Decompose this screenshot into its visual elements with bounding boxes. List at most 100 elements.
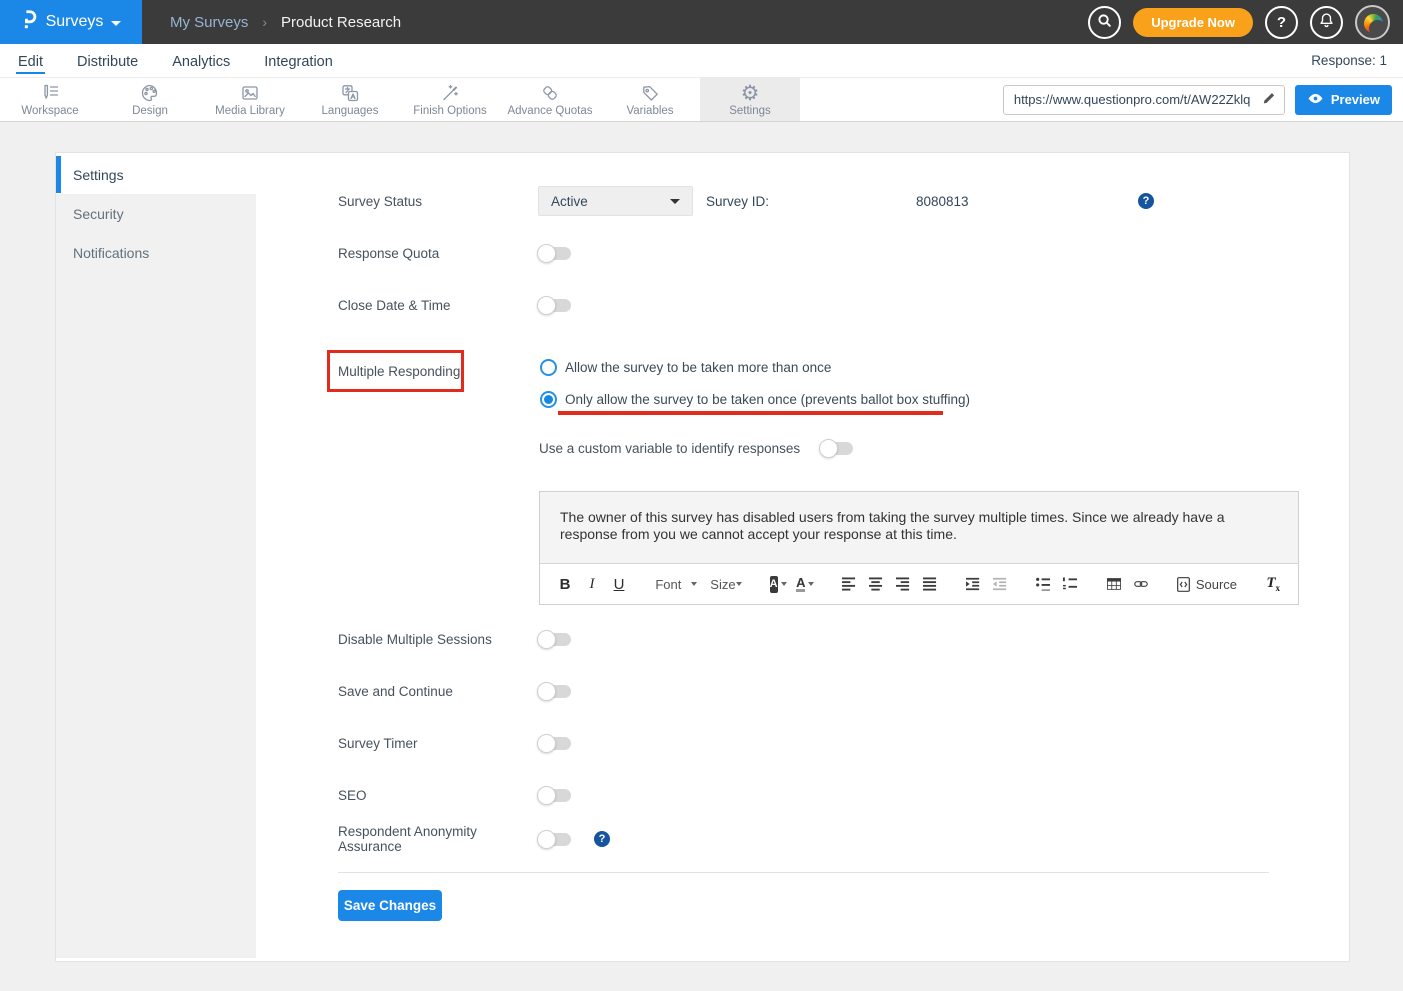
respondent-anonymity-row: Respondent Anonymity Assurance ? xyxy=(338,828,610,850)
edit-toolbar: Workspace Design Media Library Languages… xyxy=(0,78,1403,122)
disable-multiple-sessions-toggle[interactable] xyxy=(538,633,571,646)
save-and-continue-toggle[interactable] xyxy=(538,685,571,698)
seo-label: SEO xyxy=(338,788,538,803)
seo-row: SEO xyxy=(338,784,571,806)
indent-button[interactable] xyxy=(966,577,980,591)
insert-table-button[interactable] xyxy=(1107,577,1121,591)
magic-wand-icon xyxy=(439,82,461,104)
disable-multiple-sessions-row: Disable Multiple Sessions xyxy=(338,628,571,650)
respondent-anonymity-label: Respondent Anonymity Assurance xyxy=(338,824,538,854)
message-editor: The owner of this survey has disabled us… xyxy=(539,491,1299,605)
respondent-anonymity-toggle[interactable] xyxy=(538,833,571,846)
custom-variable-toggle[interactable] xyxy=(820,442,853,455)
editor-toolbar: B I U Font Size A A xyxy=(540,563,1298,604)
sidebar-item-settings[interactable]: Settings xyxy=(56,156,256,193)
save-changes-button[interactable]: Save Changes xyxy=(338,890,442,921)
response-quota-toggle[interactable] xyxy=(538,247,571,260)
toolbar-item-finish-options[interactable]: Finish Options xyxy=(400,78,500,121)
settings-sidebar: Settings Security Notifications xyxy=(56,153,256,961)
sidebar-item-security[interactable]: Security xyxy=(56,194,256,233)
font-select[interactable]: Font xyxy=(655,577,697,592)
underline-button[interactable]: U xyxy=(612,576,626,593)
brand-menu[interactable]: Surveys xyxy=(0,0,142,44)
multiple-responding-highlight-box: Multiple Responding xyxy=(327,350,464,392)
background-color-button[interactable]: A xyxy=(771,576,785,593)
insert-link-button[interactable] xyxy=(1134,578,1148,590)
toolbar-item-advance-quotas[interactable]: Advance Quotas xyxy=(500,78,600,121)
page-background: Settings Security Notifications Survey S… xyxy=(0,122,1403,991)
close-date-row: Close Date & Time xyxy=(338,294,571,316)
source-button[interactable]: Source xyxy=(1177,577,1237,592)
tab-distribute[interactable]: Distribute xyxy=(75,48,140,74)
notifications-button[interactable] xyxy=(1310,6,1343,39)
toolbar-item-workspace[interactable]: Workspace xyxy=(0,78,100,121)
outdent-button[interactable] xyxy=(993,577,1007,591)
user-avatar[interactable] xyxy=(1355,5,1390,40)
sidebar-background: Security Notifications xyxy=(56,194,256,958)
red-underline-annotation xyxy=(558,411,943,415)
tab-integration[interactable]: Integration xyxy=(262,48,335,74)
edit-url-button[interactable] xyxy=(1254,86,1284,114)
tab-edit[interactable]: Edit xyxy=(16,48,45,74)
translate-icon xyxy=(339,82,361,104)
numbered-list-button[interactable] xyxy=(1063,577,1077,591)
survey-timer-label: Survey Timer xyxy=(338,736,538,751)
survey-status-row: Survey Status Active Survey ID: 8080813 … xyxy=(338,186,1154,216)
image-icon xyxy=(239,82,261,104)
response-quota-label: Response Quota xyxy=(338,246,538,261)
radio-selected-icon[interactable] xyxy=(540,391,557,408)
sidebar-item-notifications[interactable]: Notifications xyxy=(56,233,256,272)
toolbar-item-variables[interactable]: Variables xyxy=(600,78,700,121)
radio-option-multiple[interactable]: Allow the survey to be taken more than o… xyxy=(540,359,831,376)
align-right-button[interactable] xyxy=(896,577,910,591)
justify-button[interactable] xyxy=(923,577,937,591)
custom-variable-row: Use a custom variable to identify respon… xyxy=(539,441,853,456)
toolbar-item-media-library[interactable]: Media Library xyxy=(200,78,300,121)
upgrade-now-button[interactable]: Upgrade Now xyxy=(1133,8,1253,37)
survey-status-select[interactable]: Active xyxy=(538,186,693,216)
save-and-continue-label: Save and Continue xyxy=(338,684,538,699)
editor-message-area[interactable]: The owner of this survey has disabled us… xyxy=(540,492,1298,563)
search-button[interactable] xyxy=(1088,6,1121,39)
bg-color-icon: A xyxy=(770,576,778,593)
question-mark-icon: ? xyxy=(1277,14,1286,31)
search-icon xyxy=(1095,11,1114,34)
survey-timer-toggle[interactable] xyxy=(538,737,571,750)
preview-button[interactable]: Preview xyxy=(1295,85,1392,115)
align-left-button[interactable] xyxy=(842,577,856,591)
respondent-anonymity-help-icon[interactable]: ? xyxy=(594,831,610,847)
survey-url-input[interactable] xyxy=(1004,92,1254,107)
survey-id-help-icon[interactable]: ? xyxy=(1138,193,1154,209)
ribbon-right: Preview xyxy=(1003,78,1403,121)
breadcrumb-separator: › xyxy=(262,14,267,30)
text-color-button[interactable]: A xyxy=(798,576,812,592)
gear-icon: ⚙ xyxy=(741,82,760,104)
chevron-down-icon xyxy=(670,199,680,204)
response-quota-row: Response Quota xyxy=(338,242,571,264)
remove-format-button[interactable]: Tx xyxy=(1266,575,1280,593)
brand-label: Surveys xyxy=(46,13,104,31)
chain-link-icon xyxy=(539,82,561,104)
toolbar-item-languages[interactable]: Languages xyxy=(300,78,400,121)
toolbar-item-design[interactable]: Design xyxy=(100,78,200,121)
breadcrumb: My Surveys › Product Research xyxy=(170,14,401,31)
topbar-actions: Upgrade Now ? xyxy=(1088,5,1403,40)
size-select[interactable]: Size xyxy=(710,577,741,592)
radio-unselected-icon[interactable] xyxy=(540,359,557,376)
bold-button[interactable]: B xyxy=(558,576,572,593)
toolbar-item-settings[interactable]: ⚙ Settings xyxy=(700,78,800,121)
source-doc-icon xyxy=(1177,577,1190,592)
bullet-list-button[interactable] xyxy=(1036,577,1050,591)
response-count: Response: 1 xyxy=(1311,53,1387,68)
close-date-toggle[interactable] xyxy=(538,299,571,312)
save-and-continue-row: Save and Continue xyxy=(338,680,571,702)
disable-multiple-sessions-label: Disable Multiple Sessions xyxy=(338,632,538,647)
align-center-button[interactable] xyxy=(869,577,883,591)
italic-button[interactable]: I xyxy=(585,576,599,593)
survey-url-field xyxy=(1003,85,1285,115)
breadcrumb-my-surveys[interactable]: My Surveys xyxy=(170,14,248,31)
radio-option-once[interactable]: Only allow the survey to be taken once (… xyxy=(540,391,970,408)
seo-toggle[interactable] xyxy=(538,789,571,802)
help-button[interactable]: ? xyxy=(1265,6,1298,39)
tab-analytics[interactable]: Analytics xyxy=(170,48,232,74)
